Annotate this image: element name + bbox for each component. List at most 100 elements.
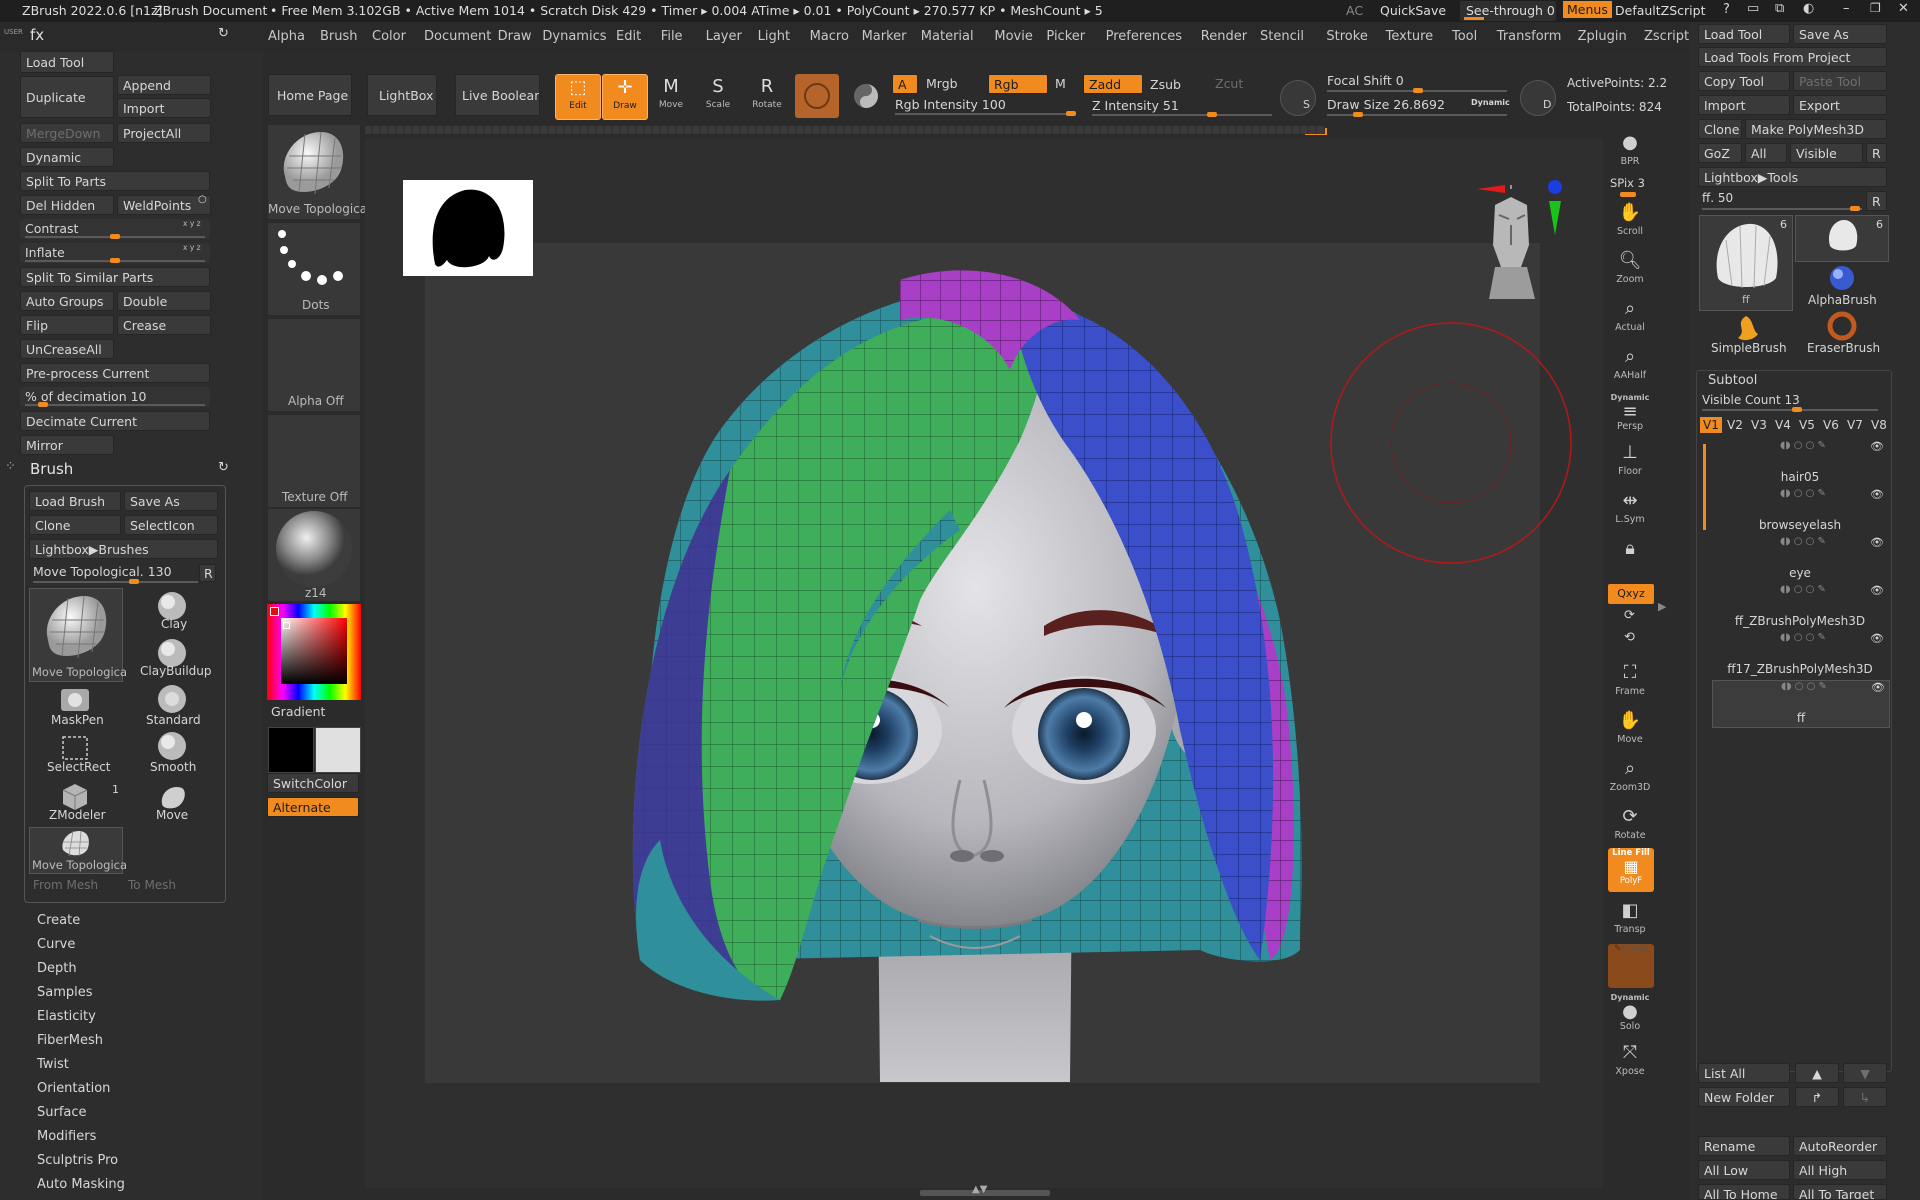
load-brush-button[interactable]: Load Brush [29, 491, 121, 511]
load-tool-button[interactable]: Load Tool [20, 51, 114, 73]
alternate-button[interactable]: Alternate [267, 797, 359, 817]
spix-slider[interactable]: SPix 3 [1608, 175, 1656, 197]
menu-light[interactable]: Light [758, 29, 790, 44]
current-tool-thumbnail[interactable]: ff 6 [1699, 215, 1793, 311]
close-icon[interactable]: ✕ [1898, 1, 1909, 16]
simplebrush-icon[interactable] [1730, 310, 1762, 342]
default-zscript[interactable]: DefaultZScript [1615, 3, 1706, 18]
subtool-item[interactable]: 👁︎ ◖◗ ○ ○ ✎ hair05 [1712, 440, 1888, 486]
brush-palette-drag-icon[interactable]: ⁘ [5, 459, 16, 474]
load-from-project-button[interactable]: Load Tools From Project [1698, 47, 1887, 67]
menu-preferences[interactable]: Preferences [1106, 29, 1182, 44]
live-boolean-button[interactable]: Live Boolean [455, 74, 540, 116]
flip-button[interactable]: Flip [20, 315, 114, 335]
append-button[interactable]: Append [117, 75, 211, 95]
visible-count-slider[interactable]: Visible Count 13 [1700, 392, 1880, 412]
transp-button[interactable]: ◧ Transp [1607, 898, 1653, 940]
move-up-button[interactable]: ▲ [1795, 1063, 1839, 1083]
split-to-parts-button[interactable]: Split To Parts [20, 171, 210, 191]
folder-action-button[interactable]: ↱ [1795, 1087, 1839, 1107]
all-low-button[interactable]: All Low [1698, 1160, 1790, 1180]
from-mesh-button[interactable]: From Mesh [33, 878, 98, 892]
import-button[interactable]: Import [117, 98, 211, 118]
brush-save-as-button[interactable]: Save As [124, 491, 218, 511]
menu-zscript[interactable]: Zscript [1644, 29, 1689, 44]
menu-draw[interactable]: Draw [498, 29, 532, 44]
switchcolor-button[interactable]: SwitchColor [267, 773, 359, 793]
menu-transform[interactable]: Transform [1497, 29, 1562, 44]
minimize-icon[interactable]: – [1843, 1, 1850, 16]
zcut-toggle[interactable]: Zcut [1215, 76, 1243, 91]
menu-document[interactable]: Document [424, 29, 491, 44]
submenu-curve[interactable]: Curve [37, 937, 75, 952]
crease-button[interactable]: Crease [117, 315, 211, 335]
move-down-button[interactable]: ▼ [1843, 1063, 1887, 1083]
rotate-axis-icon-2[interactable]: ⟲ [1624, 630, 1635, 645]
tool-small-thumbnail[interactable]: 6 [1795, 215, 1889, 262]
draw-dynamic-button[interactable]: D [1520, 80, 1556, 116]
subtool-toggle-icon[interactable]: ◖◗ ○ ○ ✎ [1780, 584, 1826, 595]
subtool-item[interactable]: 👁︎ ◖◗ ○ ○ ✎ ff17_ZBrushPolyMesh3D [1712, 632, 1888, 678]
inflate-slider[interactable]: Inflate x y z [20, 243, 210, 263]
lock-button[interactable]: 🔒︎ [1607, 536, 1653, 578]
goz-r-button[interactable]: R [1866, 143, 1887, 163]
subtool-item[interactable]: 👁︎ ◖◗ ○ ○ ✎ browseyelash [1712, 488, 1888, 534]
rename-button[interactable]: Rename [1698, 1136, 1790, 1156]
list-all-button[interactable]: List All [1698, 1063, 1790, 1083]
zadd-toggle[interactable]: Zadd [1083, 74, 1143, 94]
menu-macro[interactable]: Macro [810, 29, 849, 44]
contrast-slider[interactable]: Contrast x y z [20, 219, 210, 239]
version-tab-v5[interactable]: V5 [1796, 417, 1818, 433]
brush-size-slider[interactable]: Move Topological. 130 [29, 563, 199, 584]
submenu-auto-masking[interactable]: Auto Masking [37, 1177, 125, 1192]
version-tab-v4[interactable]: V4 [1772, 417, 1794, 433]
ghost-button[interactable]: ✎Ghost [1608, 944, 1654, 988]
frame-button[interactable]: ⛶ Frame [1607, 660, 1653, 702]
floor-button[interactable]: ⊥ Floor [1607, 440, 1653, 482]
layout-icon[interactable]: ▭ [1747, 1, 1759, 16]
restore-icon[interactable]: ❐ [1870, 1, 1881, 15]
menu-render[interactable]: Render [1201, 29, 1247, 44]
subtool-eye-icon[interactable]: 👁︎ [1871, 681, 1885, 694]
quicksave-button[interactable]: QuickSave [1380, 3, 1446, 18]
tool-ff-slider[interactable]: ff. 50 [1698, 191, 1864, 211]
tool-clone-button[interactable]: Clone [1698, 119, 1742, 139]
rgb-toggle[interactable]: Rgb [988, 74, 1048, 94]
del-hidden-button[interactable]: Del Hidden [20, 195, 114, 215]
focal-shift-slider[interactable]: Focal Shift 0 [1323, 73, 1513, 93]
reference-image[interactable] [403, 180, 533, 276]
tool-export-button[interactable]: Export [1793, 95, 1887, 115]
projectall-button[interactable]: ProjectAll [117, 123, 211, 143]
all-to-home-button[interactable]: All To Home [1698, 1184, 1790, 1200]
smooth-brush-icon[interactable] [154, 730, 190, 762]
double-button[interactable]: Double [117, 291, 211, 311]
goz-visible-button[interactable]: Visible [1790, 143, 1863, 163]
gradient-label[interactable]: Gradient [271, 704, 325, 719]
mrgb-toggle[interactable]: Mrgb [926, 76, 958, 91]
refresh-icon[interactable]: ↻ [218, 26, 229, 41]
canvas-bottom-arrow-icon[interactable]: ▲▼ [972, 1184, 987, 1195]
local-symmetry-button[interactable]: ⇹ L.Sym [1607, 488, 1653, 530]
subtool-item[interactable]: 👁︎ ◖◗ ○ ○ ✎ ff [1712, 680, 1890, 728]
selecticon-button[interactable]: SelectIcon [124, 515, 218, 535]
submenu-sculptris-pro[interactable]: Sculptris Pro [37, 1153, 118, 1168]
tool-import-button[interactable]: Import [1698, 95, 1790, 115]
subtool-eye-icon[interactable]: 👁︎ [1870, 488, 1884, 501]
to-mesh-button[interactable]: To Mesh [128, 878, 176, 892]
make-polymesh-button[interactable]: Make PolyMesh3D [1745, 119, 1887, 139]
zoom-button[interactable]: 🔍︎ Zoom [1607, 248, 1653, 290]
menu-layer[interactable]: Layer [706, 29, 742, 44]
subtool-eye-icon[interactable]: 👁︎ [1870, 632, 1884, 645]
brush-reset-button[interactable]: R [199, 564, 216, 582]
paste-tool-button[interactable]: Paste Tool [1793, 71, 1887, 91]
bpr-button[interactable]: ● BPR [1607, 130, 1653, 172]
menu-zplugin[interactable]: Zplugin [1578, 29, 1627, 44]
menu-movie[interactable]: Movie [994, 29, 1032, 44]
submenu-twist[interactable]: Twist [37, 1057, 69, 1072]
menu-file[interactable]: File [661, 29, 683, 44]
lightbox-brushes-button[interactable]: Lightbox▶Brushes [29, 539, 218, 559]
maskpen-brush-icon[interactable] [57, 683, 93, 715]
decimate-current-button[interactable]: Decimate Current [20, 411, 210, 431]
new-folder-button[interactable]: New Folder [1698, 1087, 1790, 1107]
z-intensity-slider[interactable]: Z Intensity 51 [1087, 97, 1277, 117]
